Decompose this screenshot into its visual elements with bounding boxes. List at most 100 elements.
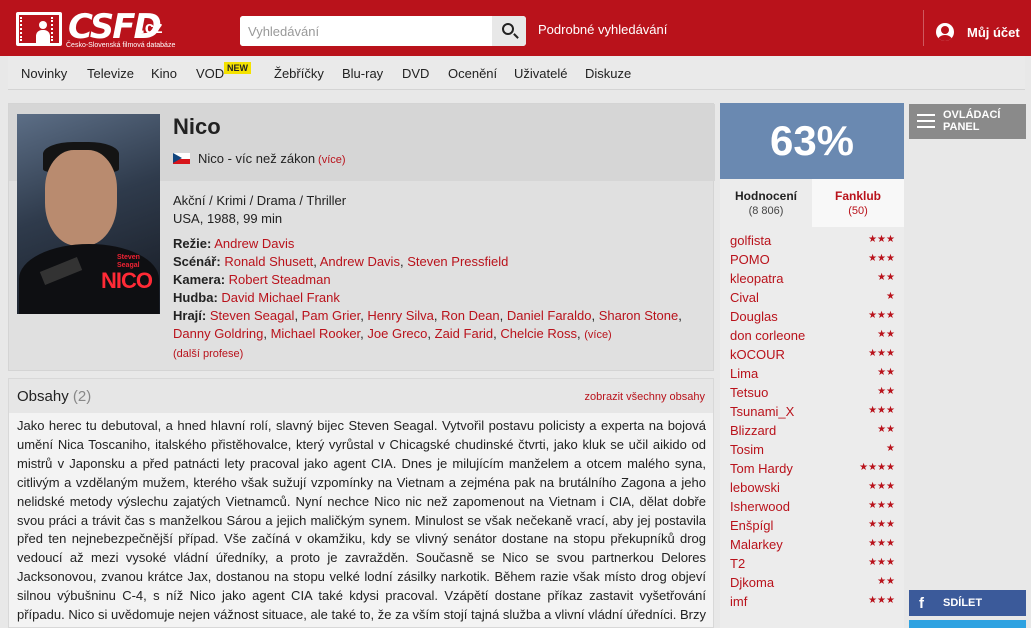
advanced-search-link[interactable]: Podrobné vyhledávání (538, 22, 667, 37)
nav-vod[interactable]: VOD (196, 66, 224, 81)
rating-user-link[interactable]: golfista (730, 233, 771, 248)
actor-link[interactable]: Sharon Stone (599, 308, 679, 323)
nav-oceneni[interactable]: Ocenění (448, 66, 497, 81)
rating-user-link[interactable]: Djkoma (730, 575, 774, 590)
rating-row: Cival ★ (730, 290, 895, 309)
tab-ratings[interactable]: Hodnocení (8 806) (720, 179, 812, 227)
logo-tld: .cz (140, 18, 163, 37)
rating-row: Douglas ★★★ (730, 309, 895, 328)
share-label: SDÍLET (943, 597, 983, 609)
actor-link[interactable]: Pam Grier (302, 308, 361, 323)
rating-stars: ★★★ (868, 310, 895, 321)
main-nav: Novinky Televize Kino VOD NEW Žebříčky B… (8, 56, 1025, 90)
csfd-logo[interactable]: CSFD .cz Česko-Slovenská filmová databáz… (14, 7, 182, 51)
search-button[interactable] (492, 16, 526, 46)
rating-user-link[interactable]: POMO (730, 252, 770, 267)
film-title: Nico (173, 114, 221, 139)
show-all-plots-link[interactable]: zobrazit všechny obsahy (585, 391, 705, 403)
rating-stars: ★★ (877, 576, 895, 587)
rating-user-link[interactable]: Douglas (730, 309, 778, 324)
rating-row: Tom Hardy ★★★★ (730, 461, 895, 480)
search-icon (502, 23, 514, 35)
czech-flag-icon (173, 153, 190, 164)
nav-uzivatele[interactable]: Uživatelé (514, 66, 567, 81)
rating-user-link[interactable]: lebowski (730, 480, 780, 495)
rating-row: kOCOUR ★★★ (730, 347, 895, 366)
rating-row: kleopatra ★★ (730, 271, 895, 290)
writer-link[interactable]: Andrew Davis (320, 254, 400, 269)
rating-stars: ★★★ (868, 348, 895, 359)
more-professions-link[interactable]: (další profese) (173, 348, 243, 360)
actor-link[interactable]: Danny Goldring (173, 326, 263, 341)
rating-user-link[interactable]: Enšpígl (730, 518, 773, 533)
rating-user-link[interactable]: Tosim (730, 442, 764, 457)
nav-novinky[interactable]: Novinky (21, 66, 67, 81)
rating-user-link[interactable]: Tsunami_X (730, 404, 794, 419)
rating-row: Tosim ★ (730, 442, 895, 461)
tab-fanclub[interactable]: Fanklub (50) (812, 179, 904, 227)
rating-stars: ★★ (877, 424, 895, 435)
rating-row: POMO ★★★ (730, 252, 895, 271)
nav-bluray[interactable]: Blu-ray (342, 66, 383, 81)
film-poster[interactable]: Steven Seagal NICO (17, 114, 160, 314)
rating-stars: ★★ (877, 272, 895, 283)
search-input[interactable] (240, 16, 492, 46)
camera-row: Kamera: Robert Steadman (173, 272, 331, 287)
actor-link[interactable]: Henry Silva (367, 308, 433, 323)
actor-link[interactable]: Michael Rooker (271, 326, 361, 341)
logo-subtitle: Česko-Slovenská filmová databáze (66, 42, 176, 49)
actor-link[interactable]: Joe Greco (367, 326, 427, 341)
rating-row: imf ★★★ (730, 594, 895, 613)
nav-diskuze[interactable]: Diskuze (585, 66, 631, 81)
rating-user-link[interactable]: Cival (730, 290, 759, 305)
rating-user-link[interactable]: Tom Hardy (730, 461, 793, 476)
rating-user-link[interactable]: Tetsuo (730, 385, 768, 400)
writer-link[interactable]: Ronald Shusett (224, 254, 313, 269)
nav-dvd[interactable]: DVD (402, 66, 429, 81)
rating-user-link[interactable]: Malarkey (730, 537, 783, 552)
facebook-share-button[interactable]: f SDÍLET (909, 590, 1026, 616)
plot-count: (2) (72, 388, 92, 405)
actor-link[interactable]: Chelcie Ross (500, 326, 577, 341)
control-panel-label: OVLÁDACÍ PANEL (943, 109, 1001, 133)
facebook-icon: f (919, 595, 924, 612)
rating-stars: ★★★ (868, 234, 895, 245)
rating-stars: ★★★★ (859, 462, 895, 473)
camera-link[interactable]: Robert Steadman (229, 272, 331, 287)
rating-stars: ★ (886, 443, 895, 454)
divider (923, 10, 924, 46)
rating-row: Tsunami_X ★★★ (730, 404, 895, 423)
new-badge: NEW (224, 62, 251, 74)
twitter-share-button[interactable] (909, 620, 1026, 628)
rating-user-link[interactable]: imf (730, 594, 747, 609)
actor-link[interactable]: Ron Dean (441, 308, 500, 323)
rating-row: Lima ★★ (730, 366, 895, 385)
alternative-title: Nico - víc než zákon (více) (198, 151, 346, 166)
nav-kino[interactable]: Kino (151, 66, 177, 81)
director-row: Režie: Andrew Davis (173, 236, 295, 251)
rating-user-link[interactable]: T2 (730, 556, 745, 571)
account-label: Můj účet (967, 25, 1020, 40)
nav-televize[interactable]: Televize (87, 66, 134, 81)
actor-link[interactable]: Steven Seagal (210, 308, 295, 323)
rating-stars: ★★ (877, 367, 895, 378)
rating-stars: ★★★ (868, 405, 895, 416)
control-panel-button[interactable]: OVLÁDACÍ PANEL (909, 104, 1026, 139)
music-row: Hudba: David Michael Frank (173, 290, 340, 305)
rating-user-link[interactable]: Lima (730, 366, 758, 381)
rating-user-link[interactable]: don corleone (730, 328, 805, 343)
rating-stars: ★★★ (868, 538, 895, 549)
alt-titles-more-link[interactable]: (více) (318, 154, 346, 166)
director-link[interactable]: Andrew Davis (214, 236, 294, 251)
rating-row: T2 ★★★ (730, 556, 895, 575)
rating-user-link[interactable]: Isherwood (730, 499, 790, 514)
rating-user-link[interactable]: Blizzard (730, 423, 776, 438)
cast-more-link[interactable]: (více) (584, 329, 612, 341)
actor-link[interactable]: Daniel Faraldo (507, 308, 592, 323)
rating-user-link[interactable]: kOCOUR (730, 347, 785, 362)
actor-link[interactable]: Zaid Farid (435, 326, 494, 341)
music-link[interactable]: David Michael Frank (221, 290, 340, 305)
nav-zebricky[interactable]: Žebříčky (274, 66, 324, 81)
writer-link[interactable]: Steven Pressfield (407, 254, 508, 269)
rating-user-link[interactable]: kleopatra (730, 271, 783, 286)
